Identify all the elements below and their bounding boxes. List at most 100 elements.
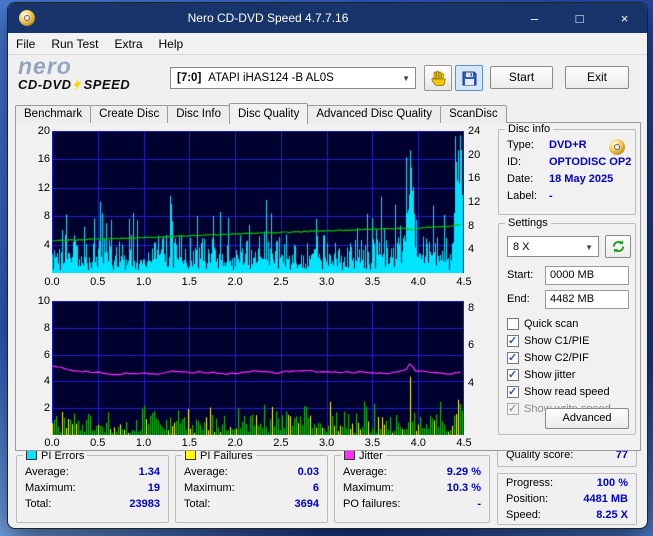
checkbox-box [507, 402, 519, 415]
tab-disc-info[interactable]: Disc Info [167, 105, 230, 123]
window-controls: – □ × [512, 3, 647, 33]
tab-advanced-disc-quality[interactable]: Advanced Disc Quality [307, 105, 442, 123]
stat-label: Average: [184, 466, 228, 478]
disc-label-label: Label: [507, 190, 537, 202]
axis-tick-label: 4.0 [410, 437, 426, 449]
axis-tick-label: 16 [37, 153, 50, 166]
menu-extra[interactable]: Extra [106, 37, 150, 51]
axis-tick-label: 6 [43, 348, 50, 361]
axis-tick-label: 0.0 [44, 437, 60, 449]
axis-tick-label: 2.0 [227, 276, 243, 288]
start-position-field[interactable]: 0000 MB [545, 266, 629, 285]
disc-type-label: Type: [507, 139, 534, 151]
menu-run-test[interactable]: Run Test [43, 37, 106, 51]
menu-help[interactable]: Help [151, 37, 192, 51]
axis-tick-label: 3.0 [319, 437, 335, 449]
start-position-label: Start: [507, 269, 534, 281]
speed-select[interactable]: 8 X ▼ [507, 236, 599, 257]
stat-value: 3694 [294, 498, 319, 510]
checkbox-label: Show read speed [524, 386, 610, 398]
refresh-icon [612, 240, 624, 253]
tab-disc-quality[interactable]: Disc Quality [229, 103, 309, 124]
stat-value: 6 [312, 482, 319, 494]
checkbox-show-c2-pif[interactable]: Show C2/PIF [507, 351, 589, 364]
minimize-button[interactable]: – [512, 3, 557, 33]
axis-tick-label: 1.0 [135, 437, 152, 449]
end-position-field[interactable]: 4482 MB [545, 290, 629, 309]
tab-create-disc[interactable]: Create Disc [90, 105, 169, 123]
scan-charts: 20 16 12 8 4 24 20 16 12 8 4 0.0 0.5 1.0 1.5 2.0 2.5 3.0 3… [16, 123, 496, 450]
stat-value: 9.29 % [446, 466, 481, 478]
axis-tick-label: 12 [37, 181, 50, 194]
end-position-label: End: [507, 293, 530, 305]
pi-failures-jitter-chart [52, 301, 464, 435]
drive-select[interactable]: [7:0] ATAPI iHAS124 -B AL0S ▼ [170, 67, 416, 89]
pi-errors-stats-box: PI Errors Average: 1.34 Maximum: 19 Tota… [16, 449, 169, 523]
speed-value: 8.25 X [596, 509, 628, 521]
save-results-button[interactable] [455, 65, 483, 91]
close-button[interactable]: × [602, 3, 647, 33]
checkbox-box [507, 385, 519, 398]
checkbox-quick-scan[interactable]: Quick scan [507, 318, 578, 330]
axis-tick-label: 4 [43, 238, 50, 251]
checkbox-show-c1-pie[interactable]: Show C1/PIE [507, 334, 590, 347]
disc-type-value: DVD+R [549, 139, 587, 151]
start-button[interactable]: Start [490, 66, 553, 89]
axis-tick-label: 0.0 [44, 276, 60, 288]
nero-logo: nero CD-DVD SPEED [18, 55, 168, 93]
cd-dvd-speed-logo-text: CD-DVD SPEED [18, 77, 168, 92]
refresh-capacity-button[interactable] [605, 235, 631, 258]
pi-failures-stats-box: PI Failures Average: 0.03 Maximum: 6 Tot… [175, 449, 328, 523]
position-label: Position: [506, 493, 549, 505]
disc-info-title: Disc info [505, 123, 554, 135]
settings-group: Settings 8 X ▼ Start: 0000 MB End: 4482 … [498, 217, 636, 435]
stat-value: 0.03 [297, 466, 319, 478]
eject-button[interactable] [424, 65, 452, 91]
checkbox-box [507, 318, 519, 330]
stat-value: 19 [147, 482, 160, 494]
exit-button[interactable]: Exit [565, 66, 629, 89]
axis-tick-label: 4 [468, 243, 475, 256]
settings-title: Settings [505, 217, 551, 229]
disc-id-label: ID: [507, 156, 522, 168]
menu-file[interactable]: File [8, 37, 43, 51]
axis-tick-label: 20 [468, 148, 481, 161]
axis-tick-label: 4.0 [410, 276, 426, 288]
advanced-button[interactable]: Advanced [545, 408, 629, 429]
speed-value: 8 X [513, 240, 530, 253]
floppy-disk-icon [462, 71, 476, 85]
lightning-icon [73, 78, 82, 91]
checkbox-box [507, 351, 519, 364]
disc-quality-panel: 20 16 12 8 4 24 20 16 12 8 4 0.0 0.5 1.0 1.5 2.0 2.5 3.0 3… [15, 122, 641, 451]
stat-label: Maximum: [25, 482, 76, 494]
axis-tick-label: 8 [43, 321, 50, 334]
checkbox-box [507, 368, 519, 381]
checkbox-show-jitter[interactable]: Show jitter [507, 368, 575, 381]
axis-tick-label: 2.5 [273, 276, 289, 288]
axis-tick-label: 3.5 [364, 276, 381, 288]
disc-icon [609, 139, 625, 155]
tab-scandisc[interactable]: ScanDisc [440, 105, 507, 123]
speed-label: Speed: [506, 509, 541, 521]
stat-label: Maximum: [184, 482, 235, 494]
checkbox-label: Show C1/PIE [524, 335, 590, 347]
disc-info-group: Disc info Type: DVD+R ID: OPTODISC OP2 D… [498, 123, 636, 215]
pi-failures-jitter-plot [52, 301, 464, 435]
axis-tick-label: 6 [468, 339, 475, 352]
axis-tick-label: 0.5 [90, 276, 106, 288]
tab-benchmark[interactable]: Benchmark [15, 105, 92, 123]
axis-tick-label: 20 [37, 125, 50, 137]
axis-tick-label: 0.5 [90, 437, 106, 449]
axis-tick-label: 8 [43, 210, 50, 223]
checkbox-show-read-speed[interactable]: Show read speed [507, 385, 610, 398]
axis-tick-label: 2.5 [273, 437, 289, 449]
axis-tick-label: 24 [468, 125, 481, 137]
axis-tick-label: 1.5 [181, 276, 197, 288]
logo-cddvd: CD-DVD [18, 77, 72, 92]
chevron-down-icon: ▼ [402, 74, 410, 83]
maximize-button[interactable]: □ [557, 3, 602, 33]
stat-label: Total: [184, 498, 211, 510]
tab-strip: Benchmark Create Disc Disc Info Disc Qua… [15, 103, 507, 124]
axis-tick-label: 3.0 [319, 276, 335, 288]
stat-label: Average: [343, 466, 387, 478]
